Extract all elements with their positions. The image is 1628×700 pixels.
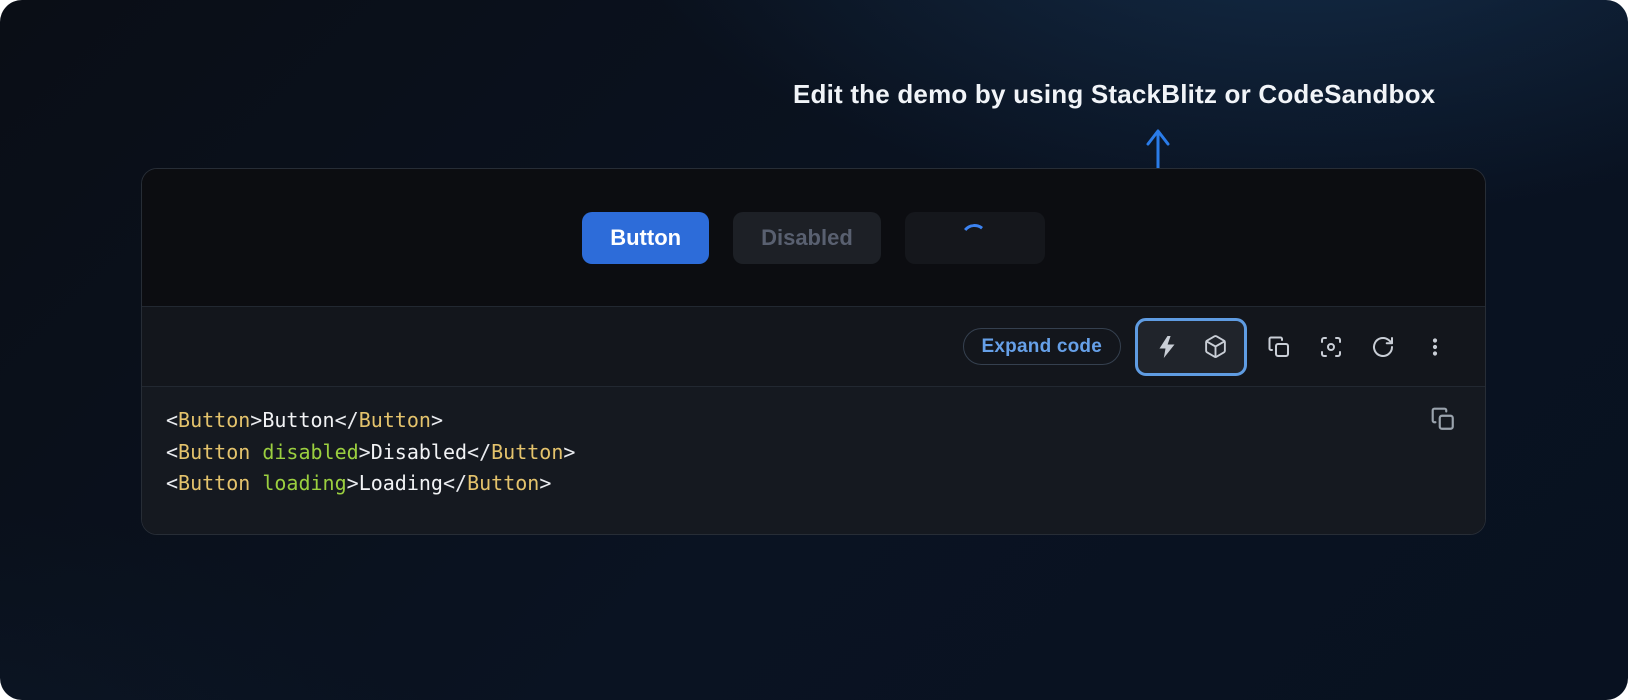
docs-demo-page: Edit the demo by using StackBlitz or Cod… (0, 0, 1628, 700)
demo-button-disabled: Disabled (733, 212, 881, 264)
code-block-area: <Button>Button</Button><Button disabled>… (142, 386, 1485, 534)
demo-panel: Button Disabled Expand code (141, 168, 1486, 535)
more-icon[interactable] (1415, 327, 1455, 367)
demo-button-primary[interactable]: Button (582, 212, 709, 264)
loading-spinner-icon (960, 223, 990, 253)
codesandbox-cube-icon[interactable] (1202, 334, 1228, 360)
code-line: <Button disabled>Disabled</Button> (166, 437, 1461, 469)
demo-preview-area: Button Disabled (142, 169, 1485, 306)
expand-code-button[interactable]: Expand code (963, 328, 1121, 365)
annotation-text: Edit the demo by using StackBlitz or Cod… (793, 79, 1435, 110)
code-line: <Button>Button</Button> (166, 405, 1461, 437)
code-line: <Button loading>Loading</Button> (166, 468, 1461, 500)
copy-code-icon[interactable] (1427, 403, 1459, 435)
code-block: <Button>Button</Button><Button disabled>… (166, 405, 1461, 500)
demo-toolbar: Expand code (142, 306, 1485, 386)
stackblitz-lightning-icon[interactable] (1154, 334, 1180, 360)
edit-demo-highlight-box (1135, 318, 1247, 376)
copy-icon[interactable] (1259, 327, 1299, 367)
refresh-icon[interactable] (1363, 327, 1403, 367)
isolate-icon[interactable] (1311, 327, 1351, 367)
demo-button-loading[interactable] (905, 212, 1045, 264)
